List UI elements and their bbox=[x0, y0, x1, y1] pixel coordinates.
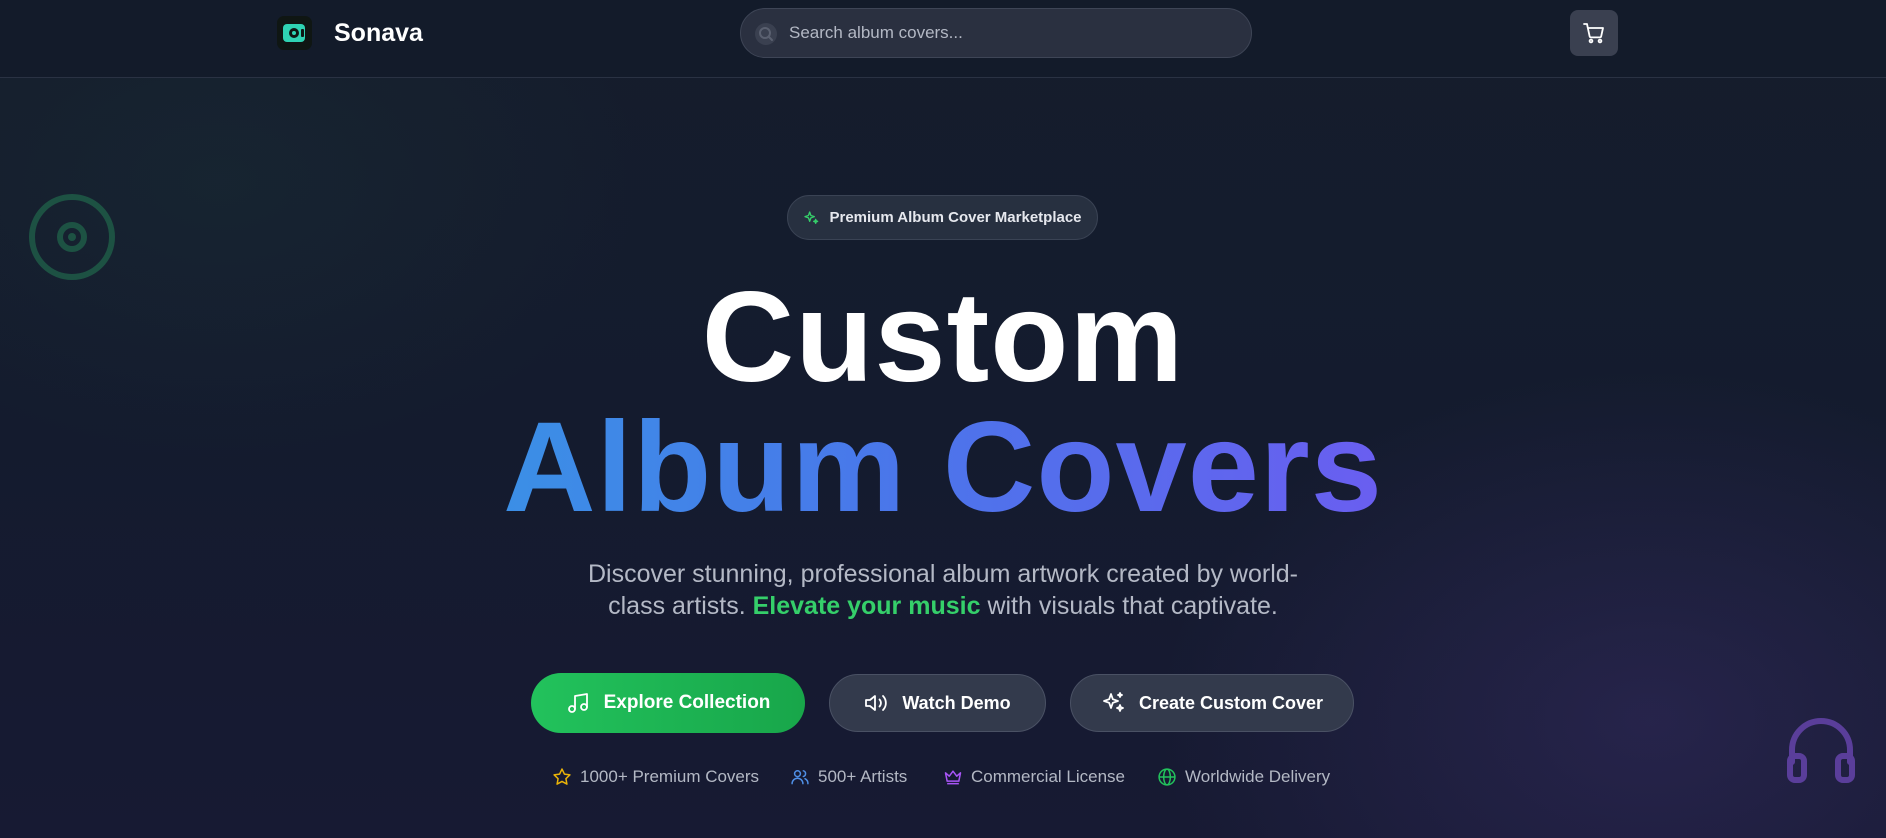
sparkles-icon bbox=[804, 210, 819, 224]
sparkles-icon bbox=[1103, 692, 1124, 712]
cart-icon bbox=[1583, 23, 1604, 44]
star-icon bbox=[553, 768, 571, 785]
demo-label: Watch Demo bbox=[902, 692, 1011, 713]
stat-premium-covers: 1000+ Premium Covers bbox=[552, 765, 759, 789]
hero-title-line1: Custom bbox=[701, 266, 1185, 409]
crown-icon bbox=[944, 770, 962, 785]
stat-label: 1000+ Premium Covers bbox=[580, 767, 760, 786]
stat-label: Commercial License bbox=[971, 767, 1125, 786]
marketplace-badge: Premium Album Cover Marketplace bbox=[787, 195, 1098, 240]
create-custom-cover-button[interactable]: Create Custom Cover bbox=[1070, 674, 1354, 732]
search-input[interactable] bbox=[789, 9, 1239, 57]
sonava-logo-icon[interactable] bbox=[277, 16, 312, 50]
search-icon bbox=[753, 21, 779, 47]
hero-title-gradient: Album Covers bbox=[503, 396, 1383, 539]
cart-button[interactable] bbox=[1570, 10, 1618, 56]
top-navbar: Sonava bbox=[0, 0, 1886, 78]
volume-icon bbox=[865, 695, 888, 711]
hero-subtitle: Discover stunning, professional album ar… bbox=[560, 558, 1326, 622]
badge-label: Premium Album Cover Marketplace bbox=[829, 209, 1082, 226]
search-bar[interactable] bbox=[740, 8, 1252, 58]
custom-label: Create Custom Cover bbox=[1138, 692, 1324, 713]
stat-artists: 500+ Artists bbox=[790, 765, 907, 789]
stat-label: Worldwide Delivery bbox=[1185, 767, 1331, 786]
music-note-icon bbox=[567, 693, 588, 713]
subtitle-text-end: with visuals that captivate. bbox=[987, 592, 1278, 620]
watch-demo-button[interactable]: Watch Demo bbox=[829, 674, 1046, 732]
page: Sonava Search album covers... Premium Al… bbox=[0, 0, 1886, 838]
stat-commercial-license: Commercial License bbox=[943, 765, 1125, 789]
users-icon bbox=[791, 770, 809, 785]
stat-label: 500+ Artists bbox=[818, 767, 908, 786]
explore-label: Explore Collection bbox=[603, 692, 771, 713]
brand-name[interactable]: Sonava bbox=[334, 17, 423, 49]
subtitle-highlight: Elevate your music bbox=[752, 592, 981, 620]
headphones-icon bbox=[1787, 718, 1855, 783]
explore-collection-button[interactable]: Explore Collection bbox=[531, 673, 805, 733]
stat-worldwide-delivery: Worldwide Delivery bbox=[1157, 765, 1330, 789]
hero-title-line2: Album Covers bbox=[0, 398, 1886, 538]
globe-icon bbox=[1158, 768, 1176, 786]
